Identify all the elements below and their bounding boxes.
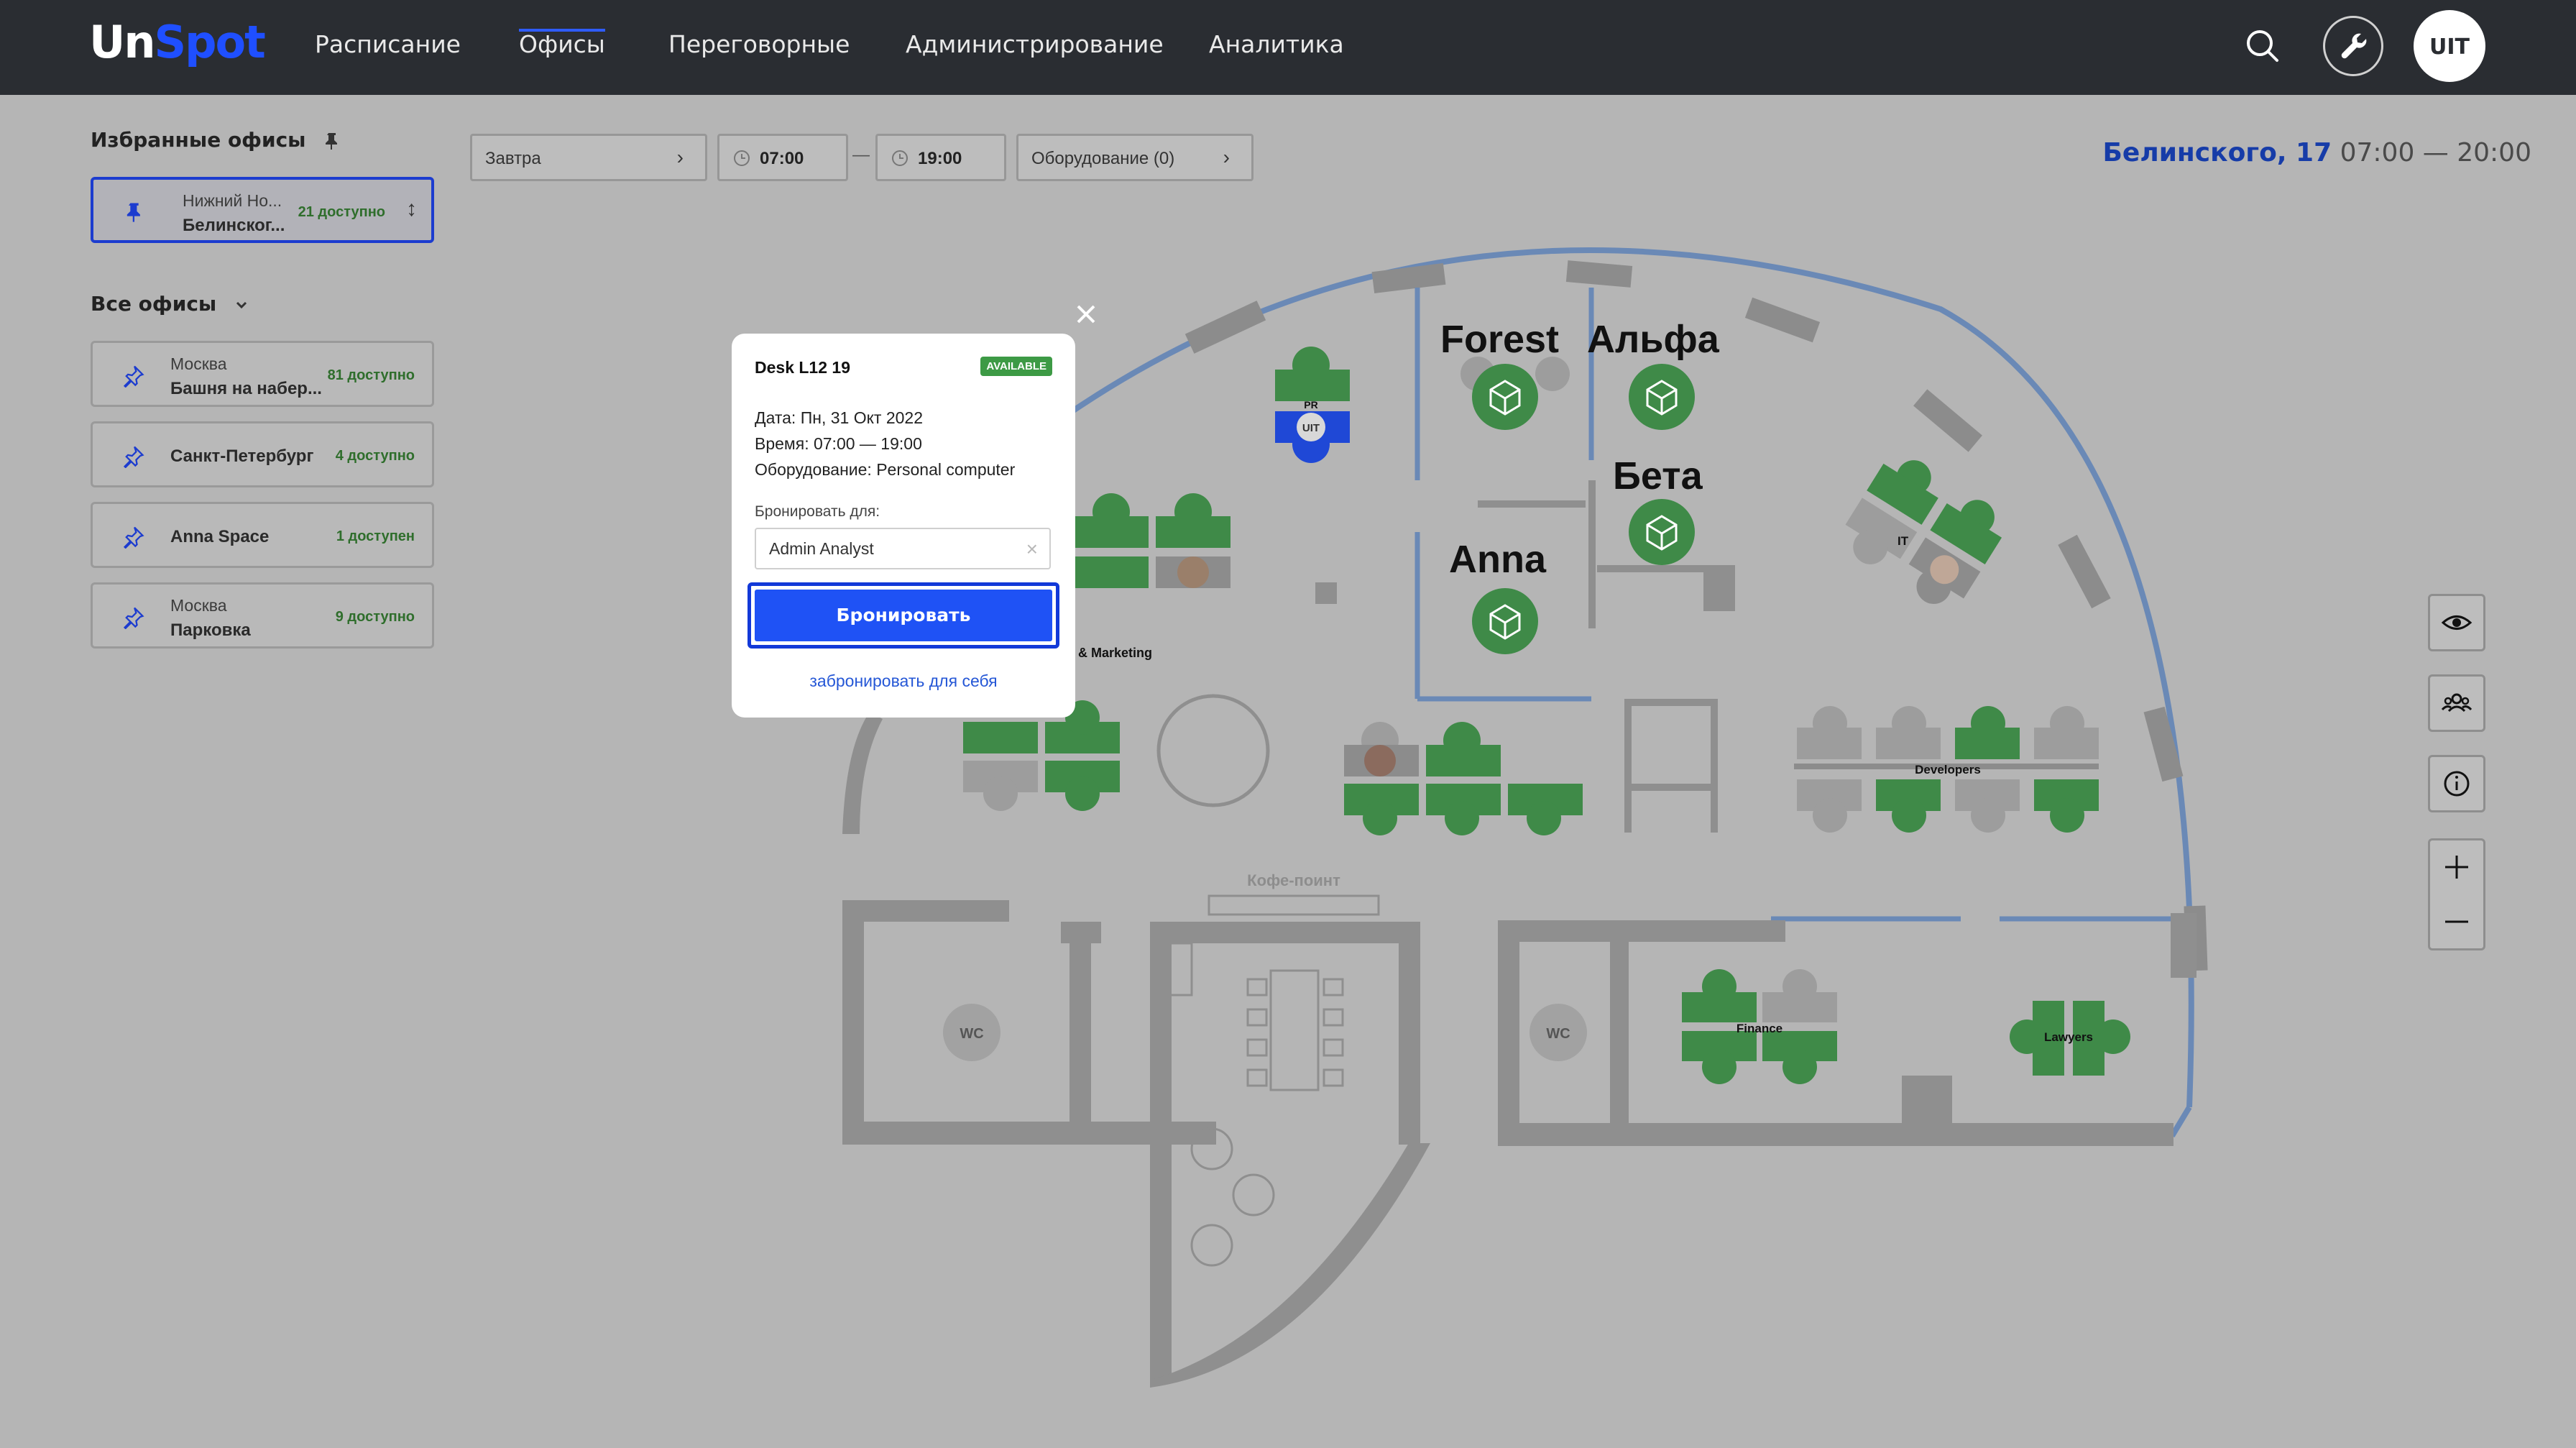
meeting-room-alpha bbox=[1629, 364, 1695, 430]
minus-icon bbox=[2445, 920, 2468, 923]
zone-label-pr: PR bbox=[1304, 399, 1317, 411]
coffee-point-label: Кофе-поинт bbox=[1247, 871, 1340, 889]
plus-icon bbox=[2445, 856, 2468, 879]
desk-badge: UIT bbox=[1302, 422, 1320, 434]
floor-plan[interactable]: Кофе-поинт WC WC Forest Альфа Бета Anna bbox=[0, 0, 2576, 1448]
room-label-anna: Anna bbox=[1449, 538, 1547, 581]
eye-icon bbox=[2441, 615, 2472, 630]
desk-group-it bbox=[1845, 460, 2002, 604]
book-button[interactable]: Бронировать bbox=[748, 582, 1059, 649]
desk-group-finance: Finance bbox=[1682, 969, 1837, 1084]
zoom-control bbox=[2428, 838, 2485, 950]
wc-label: WC bbox=[1546, 1026, 1570, 1042]
status-badge: AVAILABLE bbox=[980, 357, 1052, 376]
desk-booking-popup: Desk L12 19 AVAILABLE Дата: Пн, 31 Окт 2… bbox=[732, 334, 1075, 718]
book-for-field[interactable]: × bbox=[755, 528, 1051, 569]
clear-icon[interactable]: × bbox=[1026, 538, 1038, 561]
people-button[interactable] bbox=[2428, 674, 2485, 732]
people-icon bbox=[2441, 693, 2472, 712]
zone-label-developers: Developers bbox=[1915, 763, 1981, 776]
outer-wall-end bbox=[2169, 1105, 2192, 1138]
booking-equipment: Оборудование: Personal computer bbox=[755, 460, 1016, 479]
booking-date: Дата: Пн, 31 Окт 2022 bbox=[755, 408, 923, 427]
info-button[interactable] bbox=[2428, 755, 2485, 812]
desk-pr: UIT PR bbox=[1275, 347, 1350, 463]
zoom-in-button[interactable] bbox=[2430, 840, 2483, 894]
window-panels bbox=[1184, 260, 2208, 971]
book-for-self-link[interactable]: забронировать для себя bbox=[732, 672, 1075, 691]
room-label-forest: Forest bbox=[1440, 318, 1559, 361]
zone-label-lawyers: Lawyers bbox=[2044, 1030, 2093, 1044]
room-label-alpha: Альфа bbox=[1587, 318, 1720, 361]
book-for-label: Бронировать для: bbox=[755, 503, 880, 520]
desk-group-developers: Developers bbox=[1794, 706, 2099, 833]
desk-group-middle bbox=[1344, 722, 1583, 835]
visibility-button[interactable] bbox=[2428, 594, 2485, 651]
zone-label-it: IT bbox=[1898, 534, 1909, 548]
meeting-room-beta bbox=[1629, 499, 1695, 565]
desk-title: Desk L12 19 bbox=[755, 358, 850, 377]
room-label-beta: Бета bbox=[1613, 454, 1703, 498]
meeting-room-anna bbox=[1472, 588, 1538, 654]
close-popup-button[interactable] bbox=[1070, 298, 1103, 331]
info-icon bbox=[2444, 771, 2470, 797]
round-table bbox=[1156, 694, 1270, 807]
meeting-room-forest bbox=[1460, 357, 1570, 430]
zone-label-marketing: & Marketing bbox=[1078, 646, 1152, 660]
booking-time: Время: 07:00 — 19:00 bbox=[755, 434, 922, 453]
close-icon bbox=[1077, 305, 1095, 324]
book-button-label: Бронировать bbox=[755, 590, 1052, 641]
zone-label-finance: Finance bbox=[1736, 1022, 1782, 1035]
wc-label: WC bbox=[960, 1026, 983, 1042]
desk-group-lawyers: Lawyers bbox=[2010, 1001, 2130, 1076]
zoom-out-button[interactable] bbox=[2430, 895, 2483, 948]
book-for-input[interactable] bbox=[756, 529, 1028, 568]
